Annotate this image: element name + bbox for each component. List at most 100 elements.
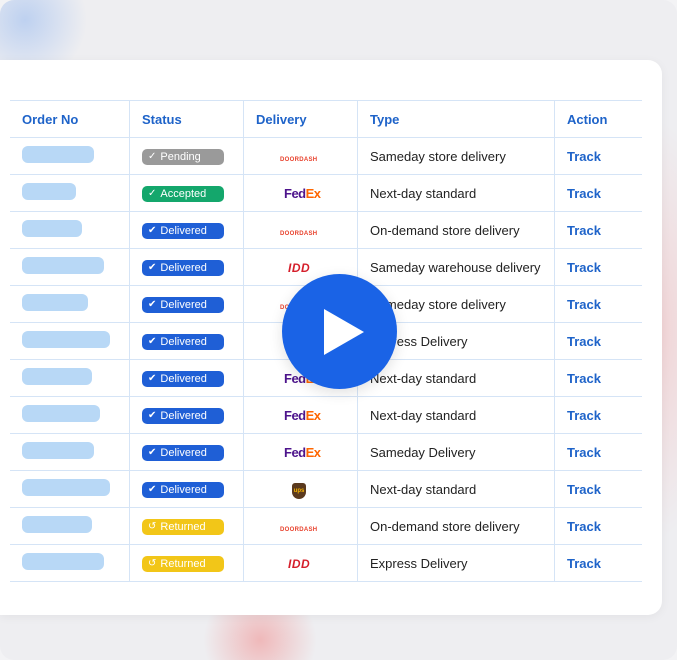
delivery-type-text: Next-day standard bbox=[370, 407, 477, 423]
doordash-logo: DOORDASH bbox=[280, 526, 318, 533]
play-button[interactable] bbox=[282, 274, 397, 389]
delivery-type-text: Sameday store delivery bbox=[370, 148, 506, 164]
table-row: ↺ Returned DOORDASH On-demand store deliver… bbox=[10, 507, 642, 545]
action-cell: Track bbox=[554, 322, 642, 360]
track-link[interactable]: Track bbox=[567, 556, 601, 571]
action-cell: Track bbox=[554, 507, 642, 545]
delivery-type-text: On-demand store delivery bbox=[370, 222, 520, 238]
check-icon: ✓ bbox=[148, 151, 157, 163]
status-badge: ↺ Returned bbox=[142, 518, 224, 535]
order-no-placeholder bbox=[22, 442, 94, 459]
fedex-logo: FedEx bbox=[284, 444, 321, 460]
delivery-type-text: Next-day standard bbox=[370, 185, 477, 201]
status-label: Delivered bbox=[160, 409, 207, 422]
track-link[interactable]: Track bbox=[567, 186, 601, 201]
header-type: Type bbox=[357, 100, 555, 138]
action-cell: Track bbox=[554, 285, 642, 323]
header-delivery: Delivery bbox=[243, 100, 358, 138]
type-cell: On-demand store delivery bbox=[357, 211, 555, 249]
status-badge: ✔ Delivered bbox=[142, 259, 224, 276]
track-link[interactable]: Track bbox=[567, 482, 601, 497]
action-cell: Track bbox=[554, 174, 642, 212]
status-label: Pending bbox=[160, 150, 201, 163]
return-icon: ↺ bbox=[148, 558, 157, 570]
order-no-cell bbox=[10, 470, 130, 508]
play-icon bbox=[323, 308, 364, 355]
status-label: Delivered bbox=[160, 298, 207, 311]
order-no-cell bbox=[10, 137, 130, 175]
order-no-placeholder bbox=[22, 220, 82, 237]
status-badge: ↺ Returned bbox=[142, 555, 224, 572]
status-badge: ✔ Delivered bbox=[142, 333, 224, 350]
header-order-no: Order No bbox=[10, 100, 130, 138]
ups-logo: ups bbox=[292, 482, 306, 499]
status-badge: ✓ Pending bbox=[142, 148, 224, 165]
status-badge: ✔ Delivered bbox=[142, 481, 224, 498]
type-cell: Next-day standard bbox=[357, 470, 555, 508]
action-cell: Track bbox=[554, 544, 642, 582]
order-no-placeholder bbox=[22, 479, 110, 496]
delivery-cell: DOORDASH bbox=[243, 137, 358, 175]
order-no-cell bbox=[10, 248, 130, 286]
track-link[interactable]: Track bbox=[567, 371, 601, 386]
table-header-row: Order No Status Delivery Type Action bbox=[10, 100, 642, 138]
type-cell: Express Delivery bbox=[357, 544, 555, 582]
status-cell: ✔ Delivered bbox=[129, 433, 244, 471]
track-link[interactable]: Track bbox=[567, 260, 601, 275]
track-link[interactable]: Track bbox=[567, 297, 601, 312]
order-no-cell bbox=[10, 396, 130, 434]
type-cell: Sameday Delivery bbox=[357, 433, 555, 471]
order-no-cell bbox=[10, 174, 130, 212]
status-cell: ✔ Delivered bbox=[129, 248, 244, 286]
track-link[interactable]: Track bbox=[567, 223, 601, 238]
track-link[interactable]: Track bbox=[567, 519, 601, 534]
status-label: Returned bbox=[160, 520, 206, 533]
track-link[interactable]: Track bbox=[567, 445, 601, 460]
type-cell: On-demand store delivery bbox=[357, 507, 555, 545]
check-icon: ✔ bbox=[148, 484, 157, 496]
order-no-cell bbox=[10, 285, 130, 323]
check-icon: ✔ bbox=[148, 299, 157, 311]
check-icon: ✓ bbox=[148, 188, 157, 200]
fedex-logo: FedEx bbox=[284, 185, 321, 201]
type-cell: Sameday store delivery bbox=[357, 137, 555, 175]
delivery-cell: ups bbox=[243, 470, 358, 508]
check-icon: ✔ bbox=[148, 447, 157, 459]
action-cell: Track bbox=[554, 359, 642, 397]
status-label: Delivered bbox=[160, 261, 207, 274]
delivery-type-text: Sameday Delivery bbox=[370, 444, 476, 460]
status-badge: ✔ Delivered bbox=[142, 370, 224, 387]
status-label: Returned bbox=[160, 557, 206, 570]
order-no-placeholder bbox=[22, 257, 104, 274]
status-label: Accepted bbox=[160, 187, 207, 200]
table-row: ✓ Pending DOORDASH Sameday store delivery Tr… bbox=[10, 137, 642, 175]
action-cell: Track bbox=[554, 211, 642, 249]
status-cell: ↺ Returned bbox=[129, 507, 244, 545]
order-no-cell bbox=[10, 359, 130, 397]
order-no-placeholder bbox=[22, 553, 104, 570]
status-badge: ✔ Delivered bbox=[142, 296, 224, 313]
table-row: ✓ Accepted FedEx Next-day standard Track bbox=[10, 174, 642, 212]
order-no-cell bbox=[10, 322, 130, 360]
order-no-placeholder bbox=[22, 183, 76, 200]
type-cell: Sameday warehouse delivery bbox=[357, 248, 555, 286]
action-cell: Track bbox=[554, 248, 642, 286]
idd-logo: IDD bbox=[288, 556, 311, 571]
status-label: Delivered bbox=[160, 372, 207, 385]
status-cell: ✔ Delivered bbox=[129, 470, 244, 508]
type-cell: Next-day standard bbox=[357, 359, 555, 397]
action-cell: Track bbox=[554, 470, 642, 508]
status-cell: ✓ Pending bbox=[129, 137, 244, 175]
delivery-cell: FedEx bbox=[243, 396, 358, 434]
status-cell: ✔ Delivered bbox=[129, 359, 244, 397]
order-no-placeholder bbox=[22, 331, 110, 348]
track-link[interactable]: Track bbox=[567, 149, 601, 164]
table-row: ✔Delivered FedEx Next-day standard Track bbox=[10, 396, 642, 434]
delivery-type-text: Express Delivery bbox=[370, 555, 468, 571]
idd-logo: IDD bbox=[288, 260, 311, 275]
video-thumbnail-frame: Order No Status Delivery Type Action ✓ Pe… bbox=[0, 0, 677, 660]
track-link[interactable]: Track bbox=[567, 408, 601, 423]
action-cell: Track bbox=[554, 396, 642, 434]
track-link[interactable]: Track bbox=[567, 334, 601, 349]
delivery-cell: FedEx bbox=[243, 433, 358, 471]
